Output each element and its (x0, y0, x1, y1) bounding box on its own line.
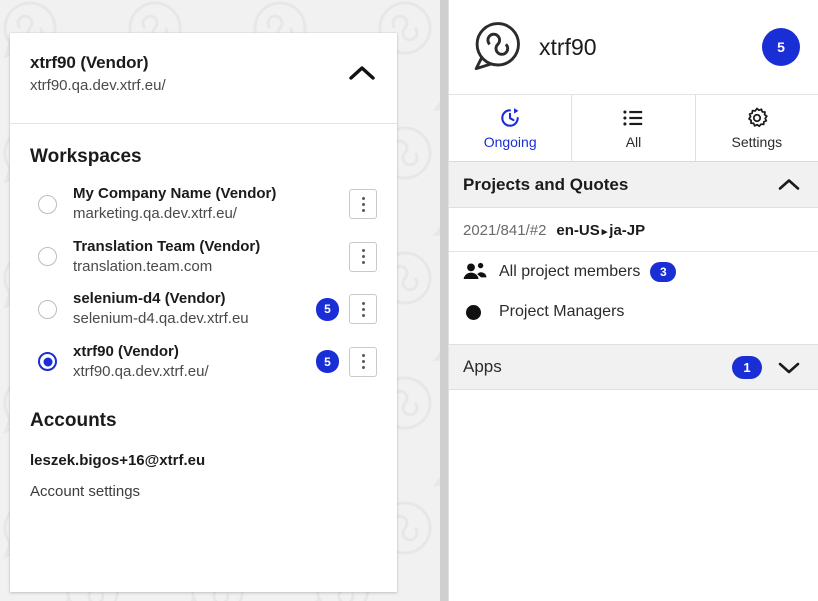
current-account-header[interactable]: xtrf90 (Vendor) xtrf90.qa.dev.xtrf.eu/ (10, 33, 397, 124)
accounts-heading: Accounts (30, 410, 117, 431)
header-badge: 5 (762, 28, 800, 66)
workspace-badge: 5 (316, 350, 339, 374)
list-icon (623, 109, 643, 126)
account-settings-link[interactable]: Account settings (10, 469, 397, 500)
project-language-pair: en-US ▸ ja-JP (556, 222, 645, 239)
project-id: 2021/841/#2 (463, 222, 547, 239)
list-item[interactable]: My Company Name (Vendor) marketing.qa.de… (24, 178, 383, 231)
workspace-radio[interactable] (38, 194, 57, 214)
chevron-down-icon[interactable] (778, 361, 800, 374)
tab-label: Ongoing (483, 133, 537, 150)
tab-label: Settings (731, 133, 783, 150)
target-language: ja-JP (609, 222, 646, 239)
apps-section-title: Apps (463, 357, 502, 376)
extension-panel: xtrf90 5 Ongoing All Settings Projects a… (448, 0, 818, 601)
chevron-up-icon[interactable] (778, 178, 800, 191)
workspace-name: xtrf90 (Vendor) (73, 342, 179, 360)
tab-bar: Ongoing All Settings (449, 95, 818, 162)
workspace-url: marketing.qa.dev.xtrf.eu/ (73, 205, 237, 223)
projects-section-title: Projects and Quotes (463, 174, 629, 194)
clock-history-icon (501, 107, 519, 127)
chevron-up-icon[interactable] (349, 65, 375, 81)
workspace-radio[interactable] (38, 247, 57, 267)
apps-section-header[interactable]: Apps 1 (449, 344, 818, 390)
workspace-radio-selected[interactable] (38, 352, 57, 372)
all-project-members-row[interactable]: All project members 3 (449, 252, 818, 292)
source-language: en-US (556, 222, 600, 239)
kebab-menu-icon[interactable] (349, 241, 377, 272)
member-group-label: All project members (499, 263, 641, 280)
filled-circle-icon (463, 304, 487, 320)
workspace-name: My Company Name (Vendor) (73, 185, 277, 202)
project-row[interactable]: 2021/841/#2 en-US ▸ ja-JP (449, 208, 818, 252)
project-managers-row[interactable]: Project Managers (449, 292, 818, 332)
people-icon (463, 262, 487, 282)
member-group-label: Project Managers (499, 303, 625, 320)
tab-settings[interactable]: Settings (696, 95, 818, 161)
workspaces-list: My Company Name (Vendor) marketing.qa.de… (10, 178, 397, 388)
apps-badge: 1 (732, 355, 762, 379)
account-switcher-card: xtrf90 (Vendor) xtrf90.qa.dev.xtrf.eu/ W… (10, 33, 397, 592)
arrow-icon: ▸ (601, 226, 608, 238)
page-title: xtrf90 (539, 33, 597, 60)
vertical-scrollbar[interactable] (440, 0, 448, 601)
kebab-menu-icon[interactable] (349, 346, 377, 377)
workspaces-heading: Workspaces (30, 146, 142, 167)
workspace-url: selenium-d4.qa.dev.xtrf.eu (73, 310, 249, 328)
list-item[interactable]: xtrf90 (Vendor) xtrf90.qa.dev.xtrf.eu/ 5 (24, 336, 383, 389)
account-email: leszek.bigos+16@xtrf.eu (30, 452, 206, 469)
kebab-menu-icon[interactable] (349, 294, 377, 325)
tab-all[interactable]: All (572, 95, 696, 161)
list-item[interactable]: Translation Team (Vendor) translation.te… (24, 231, 383, 284)
member-count-badge: 3 (650, 262, 677, 282)
workspace-name: selenium-d4 (Vendor) (73, 290, 226, 307)
kebab-menu-icon[interactable] (349, 189, 377, 220)
workspace-name: Translation Team (Vendor) (73, 237, 261, 255)
gear-icon (747, 107, 768, 127)
speech-bubble-infinity-logo-icon (474, 22, 520, 71)
panel-header: xtrf90 5 (449, 0, 818, 95)
workspace-url: xtrf90.qa.dev.xtrf.eu/ (73, 362, 209, 380)
workspace-radio[interactable] (38, 299, 57, 319)
tab-label: All (625, 133, 642, 150)
projects-section-header[interactable]: Projects and Quotes (449, 162, 818, 208)
list-item[interactable]: selenium-d4 (Vendor) selenium-d4.qa.dev.… (24, 283, 383, 336)
workspace-url: translation.team.com (73, 257, 213, 275)
current-account-name: xtrf90 (Vendor) (30, 53, 149, 72)
workspace-badge: 5 (316, 297, 339, 321)
current-account-url: xtrf90.qa.dev.xtrf.eu/ (30, 77, 166, 94)
tab-ongoing[interactable]: Ongoing (449, 95, 573, 161)
